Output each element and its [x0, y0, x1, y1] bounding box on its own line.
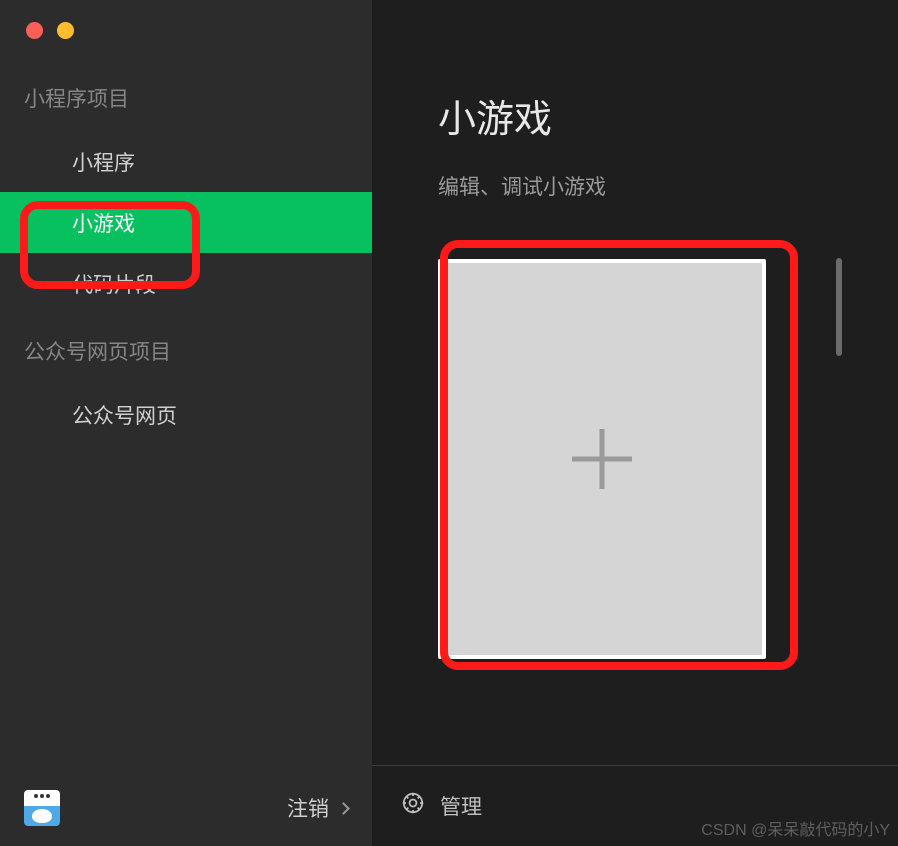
gear-icon [400, 790, 426, 822]
main-content: 小游戏 编辑、调试小游戏 [372, 0, 898, 765]
sidebar: 小程序项目 小程序 小游戏 代码片段 公众号网页项目 公众号网页 注销 [0, 0, 372, 846]
section-header-miniprogram: 小程序项目 [0, 61, 372, 131]
nav-item-miniprogram[interactable]: 小程序 [0, 131, 372, 192]
main-panel: 小游戏 编辑、调试小游戏 管理 [372, 0, 898, 846]
logout-label: 注销 [287, 793, 329, 823]
watermark: CSDN @呆呆敲代码的小Y [701, 816, 890, 840]
nav-item-official-account-webpage[interactable]: 公众号网页 [0, 384, 372, 445]
page-subtitle: 编辑、调试小游戏 [438, 171, 832, 201]
nav-item-code-snippet[interactable]: 代码片段 [0, 253, 372, 314]
section-header-official-account: 公众号网页项目 [0, 314, 372, 384]
plus-icon [572, 429, 632, 489]
manage-button[interactable]: 管理 [440, 791, 482, 821]
minimize-window-button[interactable] [57, 22, 74, 39]
user-avatar[interactable] [24, 790, 60, 826]
create-project-card[interactable] [438, 259, 766, 659]
chevron-right-icon [337, 802, 350, 815]
nav-item-minigame[interactable]: 小游戏 [0, 192, 372, 253]
sidebar-footer: 注销 [0, 770, 372, 846]
logout-button[interactable]: 注销 [287, 793, 348, 823]
page-title: 小游戏 [438, 88, 832, 143]
close-window-button[interactable] [26, 22, 43, 39]
window-controls [0, 0, 372, 61]
scrollbar-thumb[interactable] [836, 258, 842, 356]
